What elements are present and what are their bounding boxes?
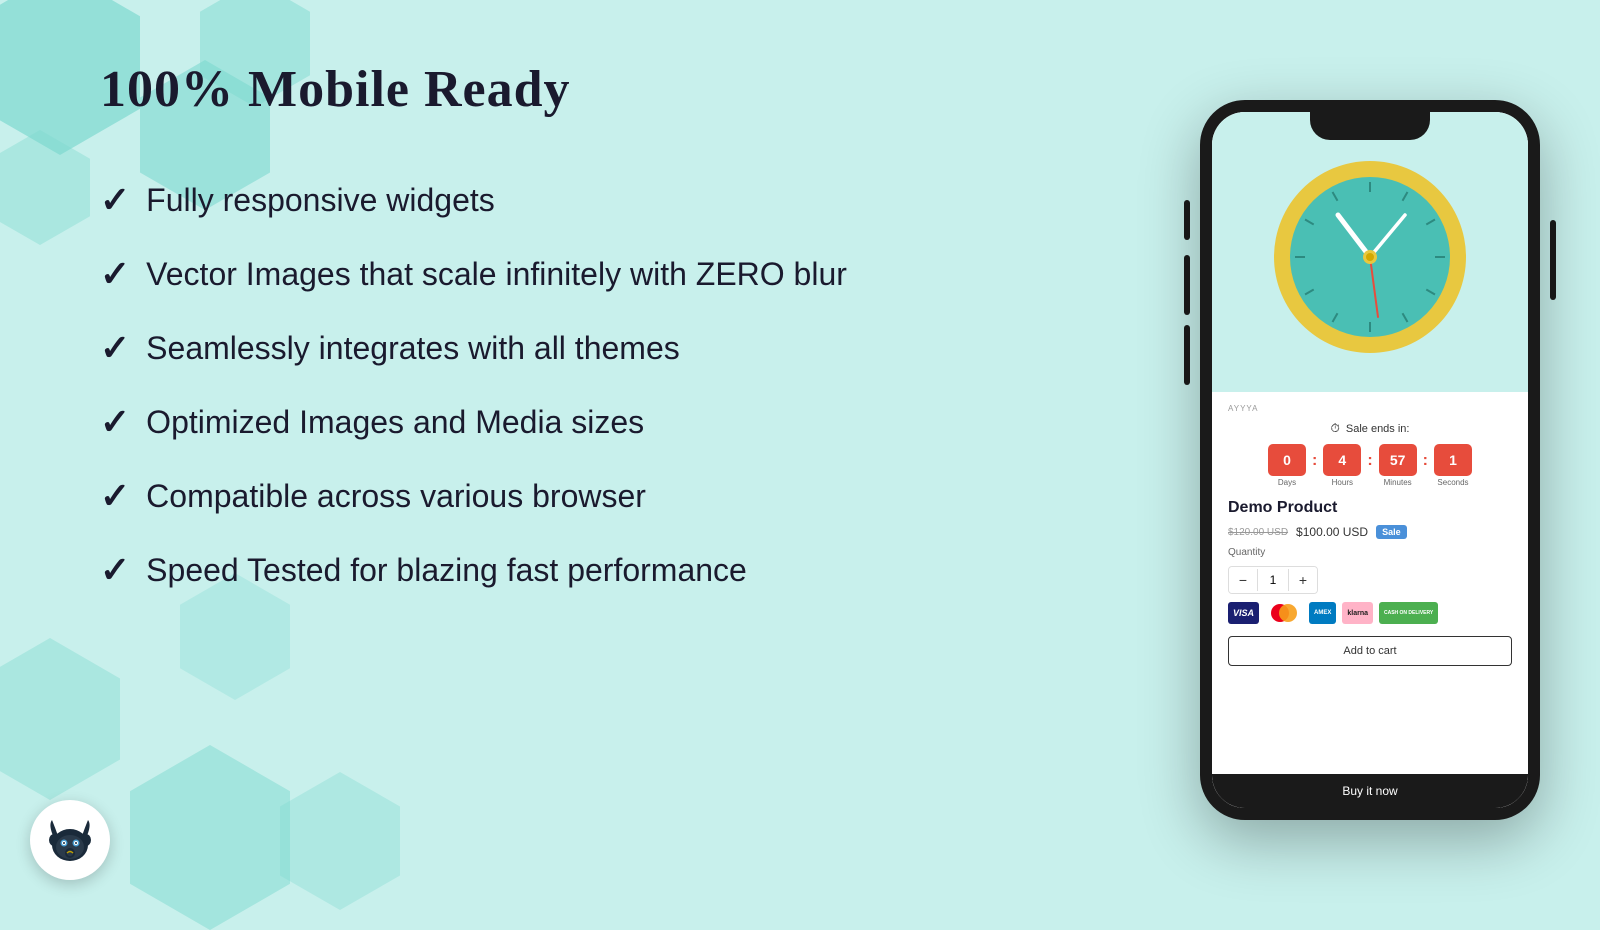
feature-item-4: ✓ Optimized Images and Media sizes xyxy=(100,401,1120,443)
phone-button-vol-down xyxy=(1184,325,1190,385)
cash-on-delivery-icon: CASH ON DELIVERY xyxy=(1379,602,1438,624)
seconds-label: Seconds xyxy=(1437,478,1468,487)
product-name: Demo Product xyxy=(1228,499,1512,517)
clock-svg xyxy=(1270,157,1470,357)
feature-text-2: Vector Images that scale infinitely with… xyxy=(146,256,847,293)
main-content: 100% Mobile Ready ✓ Fully responsive wid… xyxy=(0,0,1600,900)
brand-label: AYYYA xyxy=(1228,404,1512,413)
checkmark-icon-5: ✓ xyxy=(100,475,130,517)
phone-button-power xyxy=(1550,220,1556,300)
feature-item-5: ✓ Compatible across various browser xyxy=(100,475,1120,517)
sale-header: ⏱ Sale ends in: xyxy=(1228,421,1512,436)
countdown-timer: 0 Days : 4 Hours : 57 Minutes xyxy=(1228,444,1512,487)
feature-text-4: Optimized Images and Media sizes xyxy=(146,404,644,441)
add-to-cart-button[interactable]: Add to cart xyxy=(1228,636,1512,666)
buy-now-bar[interactable]: Buy it now xyxy=(1212,774,1528,808)
seconds-value: 1 xyxy=(1434,444,1472,476)
current-price: $100.00 USD xyxy=(1296,525,1368,539)
sale-badge: Sale xyxy=(1376,525,1407,539)
feature-item-6: ✓ Speed Tested for blazing fast performa… xyxy=(100,549,1120,591)
bull-svg xyxy=(40,810,100,870)
klarna-icon: klarna xyxy=(1342,602,1373,624)
page-title: 100% Mobile Ready xyxy=(100,60,1120,119)
checkmark-icon-1: ✓ xyxy=(100,179,130,221)
checkmark-icon-6: ✓ xyxy=(100,549,130,591)
phone-wrapper: AYYYA ⏱ Sale ends in: 0 Days : xyxy=(1200,100,1540,820)
phone-mockup: AYYYA ⏱ Sale ends in: 0 Days : xyxy=(1200,100,1540,820)
payment-icons: VISA AMEX klarna CASH ON DELIVERY xyxy=(1228,602,1512,624)
sale-ends-text: Sale ends in: xyxy=(1346,423,1410,435)
phone-screen: AYYYA ⏱ Sale ends in: 0 Days : xyxy=(1212,112,1528,808)
bull-logo xyxy=(30,800,110,880)
countdown-minutes: 57 Minutes xyxy=(1379,444,1417,487)
visa-icon: VISA xyxy=(1228,602,1259,624)
feature-item-3: ✓ Seamlessly integrates with all themes xyxy=(100,327,1120,369)
features-list: ✓ Fully responsive widgets ✓ Vector Imag… xyxy=(100,179,1120,591)
quantity-label: Quantity xyxy=(1228,547,1512,558)
checkmark-icon-4: ✓ xyxy=(100,401,130,443)
feature-text-5: Compatible across various browser xyxy=(146,478,646,515)
bull-logo-circle xyxy=(30,800,110,880)
minutes-label: Minutes xyxy=(1384,478,1412,487)
feature-item-2: ✓ Vector Images that scale infinitely wi… xyxy=(100,253,1120,295)
sale-timer-icon: ⏱ xyxy=(1331,421,1340,436)
phone-button-vol-up xyxy=(1184,255,1190,315)
days-value: 0 xyxy=(1268,444,1306,476)
separator-2: : xyxy=(1367,452,1372,470)
checkmark-icon-2: ✓ xyxy=(100,253,130,295)
product-area: AYYYA ⏱ Sale ends in: 0 Days : xyxy=(1212,392,1528,774)
quantity-decrease-button[interactable]: − xyxy=(1229,567,1257,593)
amex-icon: AMEX xyxy=(1309,602,1336,624)
feature-text-6: Speed Tested for blazing fast performanc… xyxy=(146,552,747,589)
quantity-value: 1 xyxy=(1257,569,1289,591)
separator-3: : xyxy=(1423,452,1428,470)
countdown-seconds: 1 Seconds xyxy=(1434,444,1472,487)
phone-button-silent xyxy=(1184,200,1190,240)
checkmark-icon-3: ✓ xyxy=(100,327,130,369)
minutes-value: 57 xyxy=(1379,444,1417,476)
countdown-days: 0 Days xyxy=(1268,444,1306,487)
hours-value: 4 xyxy=(1323,444,1361,476)
quantity-control: − 1 + xyxy=(1228,566,1318,594)
feature-item-1: ✓ Fully responsive widgets xyxy=(100,179,1120,221)
countdown-hours: 4 Hours xyxy=(1323,444,1361,487)
separator-1: : xyxy=(1312,452,1317,470)
price-row: $120.00 USD $100.00 USD Sale xyxy=(1228,525,1512,539)
original-price: $120.00 USD xyxy=(1228,527,1288,538)
left-panel: 100% Mobile Ready ✓ Fully responsive wid… xyxy=(0,0,1180,900)
hours-label: Hours xyxy=(1332,478,1353,487)
mastercard-icon xyxy=(1265,602,1303,624)
days-label: Days xyxy=(1278,478,1296,487)
quantity-increase-button[interactable]: + xyxy=(1289,567,1317,593)
feature-text-3: Seamlessly integrates with all themes xyxy=(146,330,680,367)
right-panel: AYYYA ⏱ Sale ends in: 0 Days : xyxy=(1180,0,1600,900)
feature-text-1: Fully responsive widgets xyxy=(146,182,495,219)
clock-area xyxy=(1212,112,1528,392)
